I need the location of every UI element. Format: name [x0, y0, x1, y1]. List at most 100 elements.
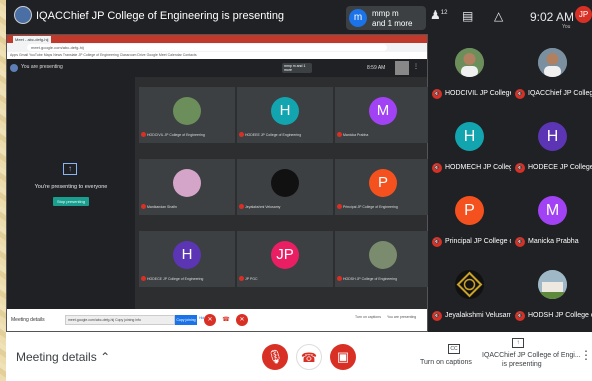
participant-tile[interactable]: 🔇IQACChief JP College ...	[511, 36, 592, 110]
participant-name: HODSH JP College of ...	[528, 312, 592, 319]
self-label: You	[562, 24, 571, 30]
inner-participant-name: Manikandan Shafin	[147, 205, 177, 209]
self-avatar[interactable]: JP	[575, 6, 592, 23]
mic-off-button[interactable]: 🎙	[262, 344, 288, 370]
inner-participant-avatar: P	[369, 169, 397, 197]
captions-label[interactable]: Turn on captions	[420, 359, 472, 366]
camera-off-button[interactable]: ▣	[330, 344, 356, 370]
participant-tile[interactable]: 🔇 HODCIVIL JP College ...	[428, 36, 521, 110]
inner-participant-avatar: JP	[271, 241, 299, 269]
mic-muted-icon: 🔇	[515, 237, 525, 247]
participant-tile[interactable]: H 🔇 HODMECH JP College ...	[428, 110, 525, 184]
camera-off-icon: ▣	[336, 349, 350, 364]
mic-muted-icon: 🔇	[432, 237, 442, 247]
inner-participant-name: HODSH JP College of Engineering	[343, 277, 398, 281]
college-logo-avatar	[455, 270, 484, 299]
participant-name: Jeyalakshmi Velusamy	[445, 312, 516, 319]
inner-mic-muted-icon	[239, 276, 244, 281]
participant-tile[interactable]: P 🔇 Principal JP College of...	[428, 184, 521, 258]
pill-name: mmp m	[372, 9, 399, 18]
presenter-label[interactable]: IQACChief JP College of Engi...	[482, 352, 581, 359]
pill-more: and 1 more	[372, 19, 413, 28]
inner-participant-tile: H HODEEE JP College of Engineering	[237, 87, 333, 143]
browser-tab: Meet - abc-defg-hij	[13, 36, 51, 43]
participant-tile[interactable]: 🔇 Jeyalakshmi Velusamy	[428, 258, 516, 332]
inner-participant-tile: Manikandan Shafin	[139, 159, 235, 215]
mic-muted-icon: 🔇	[432, 89, 442, 99]
present-screen-icon: ↑	[63, 163, 77, 175]
inner-participant-tile: P Principal JP College of Engineering	[335, 159, 431, 215]
clock: 9:02 AM	[530, 10, 575, 24]
participant-avatar: M	[538, 196, 567, 225]
inner-captions: Turn on captions	[355, 315, 381, 319]
bottom-control-bar: Meeting details ⌃ 🎙 ☎ ▣ CC Turn on capti…	[6, 332, 592, 381]
person-photo-avatar	[538, 48, 567, 77]
inner-mic-muted-icon	[141, 276, 146, 281]
inner-participant-name: Jeyalakshmi Velusamy	[245, 205, 281, 209]
pill-avatar: m	[349, 9, 367, 27]
participant-avatar: H	[538, 122, 567, 151]
presenter-avatar	[14, 6, 32, 24]
participant-name: Manicka Prabha	[528, 238, 579, 245]
inner-participant-tile: M Manicka Prabha	[335, 87, 431, 143]
inner-participant-avatar	[369, 241, 397, 269]
inner-participant-avatar	[173, 97, 201, 125]
inner-mic-muted-icon	[337, 204, 342, 209]
participants-pill[interactable]: m mmp m and 1 more	[346, 6, 426, 30]
inner-participant-avatar: H	[173, 241, 201, 269]
people-icon[interactable]: ♟12	[430, 8, 447, 22]
inner-mic-muted-icon	[239, 204, 244, 209]
inner-participant-name: HODEEE JP College of Engineering	[245, 133, 302, 137]
presenting-message: You're presenting to everyone	[34, 184, 108, 190]
mic-muted-icon: 🔇	[515, 311, 525, 321]
participant-avatar: P	[455, 196, 484, 225]
presenting-status: is presenting	[502, 361, 542, 368]
stop-presenting-button: Stop presenting	[53, 197, 89, 206]
inner-pill: mmp m and 1 more	[282, 63, 312, 73]
mic-muted-icon: 🔇	[515, 163, 525, 173]
inner-participant-name: Manicka Prabha	[343, 133, 369, 137]
inner-participant-name: HODCIVIL JP College of Engineering	[147, 133, 205, 137]
participant-tile[interactable]: 🔇HODSH JP College of ...	[511, 258, 592, 332]
people-count: 12	[440, 10, 448, 16]
inner-mic-muted-icon	[239, 132, 244, 137]
inner-bottom-bar: Meeting details meet.google.com/abc-defg…	[7, 309, 427, 331]
top-bar: IQACChief JP College of Engineering is p…	[6, 0, 592, 34]
chat-icon[interactable]: ▤	[462, 9, 473, 23]
participant-tile[interactable]: M 🔇 Manicka Prabha	[511, 184, 592, 258]
address-bar: meet.google.com/abc-defg-hij	[27, 44, 387, 51]
inner-participant-tile: HODSH JP College of Engineering	[335, 231, 431, 287]
inner-meet-topbar: You are presenting mmp m and 1 more 8:59…	[7, 59, 427, 77]
desktop-background: IQACChief JP College of Engineering is p…	[0, 0, 592, 381]
inner-mic-muted-icon	[337, 132, 342, 137]
inner-more-icon: ⋮	[413, 64, 419, 70]
browser-toolbar: meet.google.com/abc-defg-hij	[7, 43, 427, 52]
activities-icon[interactable]: △	[494, 9, 503, 23]
captions-icon[interactable]: CC	[448, 344, 460, 354]
person-photo-avatar	[455, 48, 484, 77]
inner-self-video	[395, 61, 409, 75]
meet-window: IQACChief JP College of Engineering is p…	[6, 0, 592, 381]
inner-participant-tile: Jeyalakshmi Velusamy	[237, 159, 333, 215]
participant-tile[interactable]: H 🔇HODECE JP College of ...	[511, 110, 592, 184]
inner-participant-tile: JP JP PGC	[237, 231, 333, 287]
meeting-details-label: Meeting details	[16, 350, 97, 364]
inner-participant-avatar: M	[369, 97, 397, 125]
more-options-icon[interactable]: ⋮	[580, 348, 592, 362]
inner-mic-muted-icon	[141, 204, 146, 209]
shared-screen: Meet - abc-defg-hij meet.google.com/abc-…	[6, 34, 431, 332]
inner-mic-off-icon: ✕	[204, 314, 216, 326]
inner-presenter-icon	[10, 64, 18, 72]
inner-end-call-icon: ☎	[220, 314, 232, 326]
participant-name: HODCIVIL JP College ...	[445, 90, 522, 97]
inner-participant-avatar: H	[271, 97, 299, 125]
building-photo-avatar	[538, 270, 567, 299]
present-now-icon[interactable]: ↑	[512, 338, 524, 348]
presenting-panel: ↑ You're presenting to everyone Stop pre…	[7, 77, 135, 309]
inner-participant-name: HODECE JP College of Engineering	[147, 277, 204, 281]
inner-camera-off-icon: ✕	[236, 314, 248, 326]
inner-participant-name: Principal JP College of Engineering	[343, 205, 398, 209]
meeting-details-button[interactable]: Meeting details ⌃	[16, 350, 110, 364]
leave-call-button[interactable]: ☎	[296, 344, 322, 370]
phone-hangup-icon: ☎	[300, 350, 318, 365]
